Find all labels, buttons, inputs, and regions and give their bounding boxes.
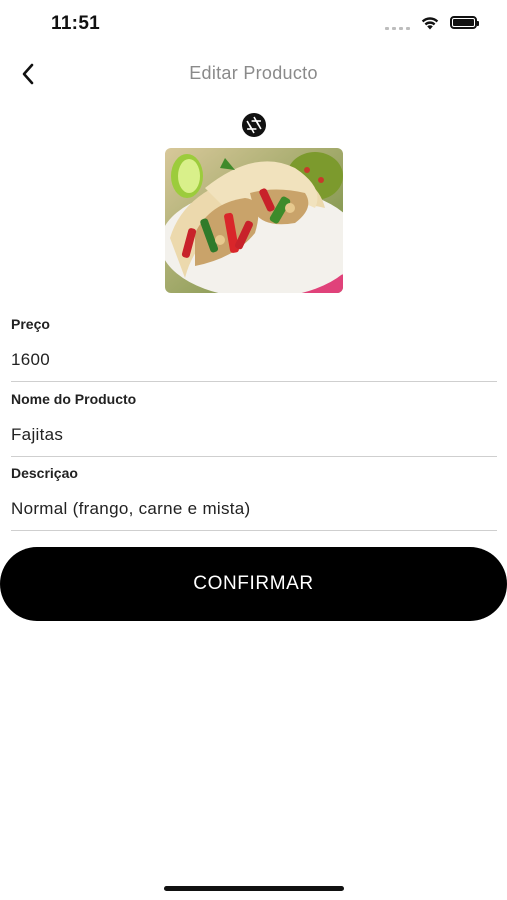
battery-icon	[450, 16, 479, 29]
product-name-label: Nome do Producto	[11, 391, 137, 407]
status-time: 11:51	[51, 13, 101, 34]
product-name-field: Nome do Producto	[11, 391, 497, 457]
home-indicator[interactable]	[164, 886, 344, 891]
wifi-icon	[421, 17, 439, 30]
product-name-input[interactable]	[11, 422, 497, 457]
page-title: Editar Producto	[189, 63, 318, 83]
camera-aperture-icon[interactable]	[241, 112, 267, 138]
status-bar: 11:51	[0, 0, 507, 48]
cellular-signal-icon	[385, 16, 410, 30]
description-field: Descriçao	[11, 465, 497, 531]
product-photo-fajitas	[165, 148, 343, 293]
price-input[interactable]	[11, 347, 497, 382]
status-icons	[385, 15, 479, 30]
description-label: Descriçao	[11, 465, 78, 481]
confirm-button[interactable]: CONFIRMAR	[0, 547, 507, 621]
nav-bar: Editar Producto	[0, 50, 507, 98]
product-image[interactable]	[165, 148, 343, 293]
price-field: Preço	[11, 316, 497, 382]
description-input[interactable]	[11, 496, 497, 531]
price-label: Preço	[11, 316, 50, 332]
